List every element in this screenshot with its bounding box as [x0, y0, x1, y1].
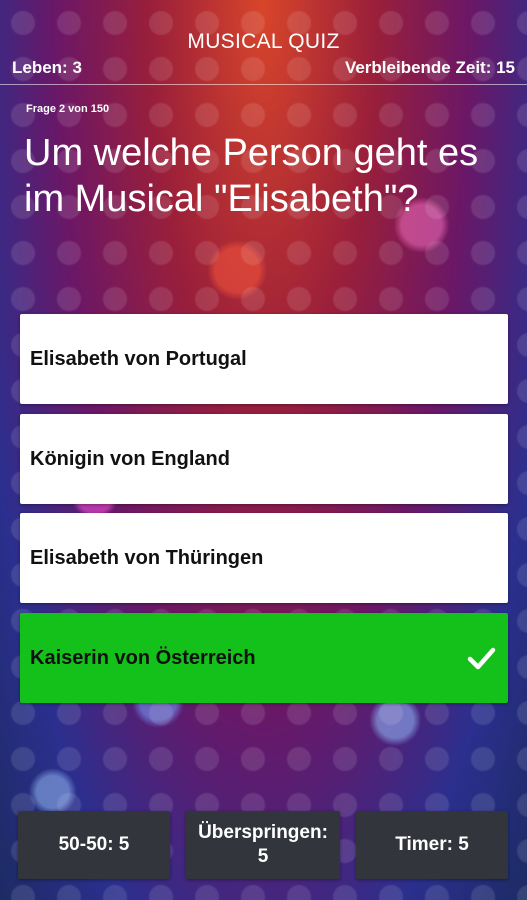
answer-option-3[interactable]: Elisabeth von Thüringen: [20, 513, 508, 603]
skip-button[interactable]: Überspringen: 5: [186, 811, 340, 879]
answer-option-2[interactable]: Königin von England: [20, 414, 508, 504]
answer-label: Elisabeth von Portugal: [30, 347, 247, 370]
question-progress: Frage 2 von 150: [26, 103, 110, 115]
fifty-fifty-button[interactable]: 50-50: 5: [18, 811, 170, 879]
answer-option-4-correct[interactable]: Kaiserin von Österreich: [20, 613, 508, 703]
skip-count: 5: [257, 846, 269, 867]
answer-label: Elisabeth von Thüringen: [30, 546, 264, 569]
time-remaining: Verbleibende Zeit: 15: [344, 58, 515, 77]
answer-option-1[interactable]: Elisabeth von Portugal: [20, 314, 508, 404]
timer-button[interactable]: Timer: 5: [356, 811, 508, 879]
checkmark-icon: [467, 647, 496, 670]
answer-label: Kaiserin von Österreich: [30, 646, 256, 669]
lives-counter: Leben: 3: [12, 58, 82, 77]
fifty-fifty-label: 50-50: 5: [58, 834, 130, 855]
question-text: Um welche Person geht es im Musical "Eli…: [24, 132, 479, 220]
answer-label: Königin von England: [30, 447, 230, 470]
skip-label: Überspringen:: [198, 822, 328, 843]
app-title: MUSICAL QUIZ: [187, 30, 340, 53]
top-bar: MUSICAL QUIZ Leben: 3 Verbleibende Zeit:…: [0, 0, 527, 85]
timer-label: Timer: 5: [395, 834, 469, 855]
